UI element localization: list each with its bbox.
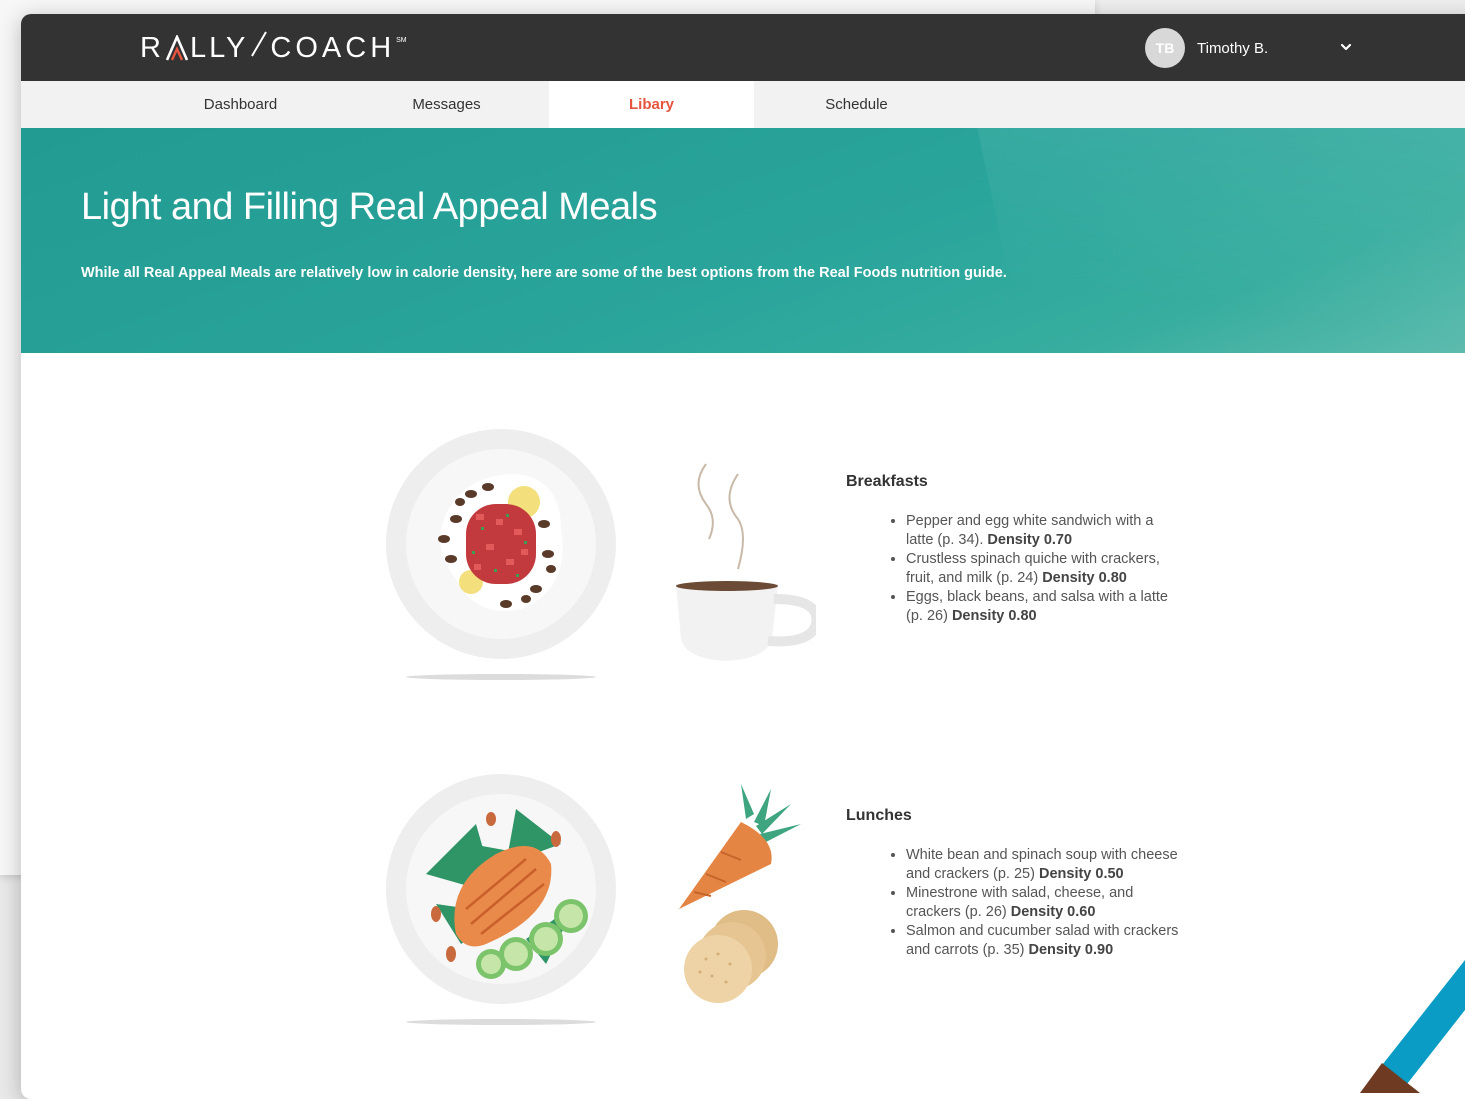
logo-text-r: R	[140, 31, 164, 64]
top-bar: R LLY COACH SM TB Timothy B.	[21, 14, 1465, 81]
hero-banner: Light and Filling Real Appeal Meals Whil…	[21, 128, 1465, 353]
breakfast-list: Pepper and egg white sandwich with a lat…	[884, 512, 1181, 626]
section-title-lunches: Lunches	[846, 807, 912, 824]
logo-a-icon	[165, 33, 189, 61]
breakfast-illustration	[386, 429, 816, 680]
hero-sheen	[965, 128, 1465, 353]
logo-text-coach: COACH	[270, 31, 396, 64]
list-item: Crustless spinach quiche with crackers, …	[906, 550, 1181, 588]
lunch-list: White bean and spinach soup with cheese …	[884, 846, 1181, 960]
chevron-down-icon[interactable]	[1339, 40, 1353, 54]
nav-tabs: Dashboard Messages Libary Schedule	[21, 81, 1465, 128]
logo-text-lly: LLY	[189, 31, 249, 64]
list-item: Eggs, black beans, and salsa with a latt…	[906, 588, 1181, 626]
logo-slash-icon	[250, 31, 268, 65]
list-item: White bean and spinach soup with cheese …	[906, 846, 1181, 884]
tab-dashboard[interactable]: Dashboard	[138, 81, 343, 128]
list-item: Minestrone with salad, cheese, and crack…	[906, 884, 1181, 922]
page-title: Light and Filling Real Appeal Meals	[81, 186, 658, 228]
list-item: Salmon and cucumber salad with crackers …	[906, 922, 1181, 960]
corner-decoration	[1360, 960, 1465, 1093]
user-menu[interactable]: TB Timothy B.	[1145, 28, 1269, 68]
app-window: R LLY COACH SM TB Timothy B. Dashboard M…	[21, 14, 1465, 1099]
avatar[interactable]: TB	[1145, 28, 1185, 68]
section-title-breakfasts: Breakfasts	[846, 473, 928, 490]
user-name: Timothy B.	[1197, 39, 1269, 57]
rally-coach-logo[interactable]: R LLY COACH SM	[140, 31, 407, 65]
tab-messages[interactable]: Messages	[344, 81, 549, 128]
tab-library[interactable]: Libary	[549, 81, 754, 128]
logo-sm-mark: SM	[396, 36, 407, 44]
tab-schedule[interactable]: Schedule	[754, 81, 959, 128]
lunch-illustration	[386, 774, 801, 1025]
page-subtitle: While all Real Appeal Meals are relative…	[81, 265, 1007, 281]
list-item: Pepper and egg white sandwich with a lat…	[906, 512, 1181, 550]
